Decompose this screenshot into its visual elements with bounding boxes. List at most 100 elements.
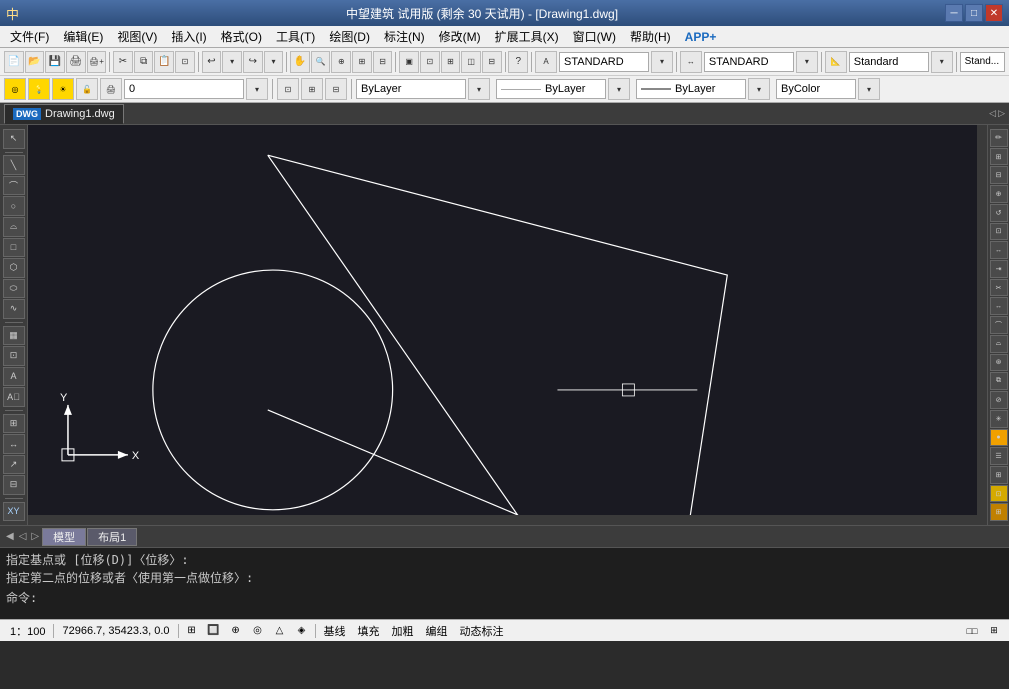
rt-chamfer[interactable]: ⌓: [990, 335, 1008, 353]
rt-color[interactable]: ●: [990, 429, 1008, 447]
linetype-dropdown[interactable]: ByLayer: [496, 79, 606, 99]
rt-move[interactable]: ⊕: [990, 185, 1008, 203]
menu-dim[interactable]: 标注(N): [378, 26, 431, 47]
tb-pan[interactable]: ✋: [290, 51, 310, 73]
menu-file[interactable]: 文件(F): [4, 26, 55, 47]
tb-vp4[interactable]: ◫: [461, 51, 481, 73]
minimize-button[interactable]: ─: [945, 4, 963, 22]
lineweight-drop-btn[interactable]: ▾: [748, 78, 770, 100]
menu-insert[interactable]: 插入(I): [165, 26, 212, 47]
tb-vp1[interactable]: ▣: [399, 51, 419, 73]
menu-view[interactable]: 视图(V): [111, 26, 163, 47]
rt-fillet[interactable]: ⌒: [990, 316, 1008, 334]
rt-trim[interactable]: ✂: [990, 279, 1008, 297]
ortho-icon[interactable]: ⊕: [227, 622, 245, 640]
lt-ucs[interactable]: XY: [3, 502, 25, 522]
dim-style-drop-btn[interactable]: ▾: [796, 51, 818, 73]
lt-arc[interactable]: ⌓: [3, 217, 25, 237]
tb-layer-extra1[interactable]: ⊡: [277, 78, 299, 100]
tb-matchprop[interactable]: ⊡: [175, 51, 195, 73]
rt-extend[interactable]: ↔: [990, 297, 1008, 315]
status-icon1[interactable]: □□: [963, 622, 981, 640]
rt-mirror[interactable]: ↔: [990, 241, 1008, 259]
tb-layer-extra3[interactable]: ⊟: [325, 78, 347, 100]
rt-offset[interactable]: ⇥: [990, 260, 1008, 278]
layer-drop-btn[interactable]: ▾: [246, 78, 268, 100]
rt-extra2[interactable]: ⊞: [990, 503, 1008, 521]
lt-leader[interactable]: ↗: [3, 455, 25, 475]
tb-print2[interactable]: 🖨+: [87, 51, 107, 73]
rt-layers[interactable]: ☰: [990, 447, 1008, 465]
maximize-button[interactable]: □: [965, 4, 983, 22]
status-icon2[interactable]: ⊞: [985, 622, 1003, 640]
tab-right-arrow[interactable]: ▷: [998, 108, 1005, 119]
text-style-dropdown[interactable]: STANDARD: [559, 52, 649, 72]
lineweight-dropdown[interactable]: ByLayer: [636, 79, 746, 99]
tb-new[interactable]: 📄: [4, 51, 24, 73]
lt-polyline[interactable]: ⌒: [3, 176, 25, 196]
tb-redo-drop[interactable]: ▾: [264, 51, 284, 73]
rt-props[interactable]: ⊞: [990, 466, 1008, 484]
menu-app[interactable]: APP+: [679, 28, 723, 46]
lt-mtext[interactable]: A⃞: [3, 387, 25, 407]
linetype-drop-btn[interactable]: ▾: [608, 78, 630, 100]
lt-circle[interactable]: ○: [3, 196, 25, 216]
canvas-area[interactable]: Y X: [28, 125, 987, 525]
lt-hatch[interactable]: ▦: [3, 326, 25, 346]
drawing-tab-item[interactable]: DWG Drawing1.dwg: [4, 104, 124, 124]
lt-spline[interactable]: ∿: [3, 299, 25, 319]
tb-print[interactable]: 🖨: [66, 51, 86, 73]
dim-style-dropdown[interactable]: STANDARD: [704, 52, 794, 72]
lt-dim[interactable]: ↔: [3, 434, 25, 454]
menu-edit[interactable]: 编辑(E): [57, 26, 109, 47]
tb-zoom-win[interactable]: ⊞: [352, 51, 372, 73]
otrack-icon[interactable]: ◈: [293, 622, 311, 640]
rt-explode[interactable]: ✳: [990, 410, 1008, 428]
tab-left-arrow[interactable]: ◁: [989, 108, 996, 119]
tb-copy[interactable]: ⧉: [134, 51, 154, 73]
tb-vp3[interactable]: ⊞: [441, 51, 461, 73]
snap-icon[interactable]: 🔲: [205, 622, 223, 640]
menu-help[interactable]: 帮助(H): [624, 26, 677, 47]
text-style-drop-btn[interactable]: ▾: [651, 51, 673, 73]
tb-paste[interactable]: 📋: [154, 51, 174, 73]
menu-modify[interactable]: 修改(M): [433, 26, 487, 47]
tb-vp2[interactable]: ⊡: [420, 51, 440, 73]
menu-ext[interactable]: 扩展工具(X): [489, 26, 565, 47]
lt-text[interactable]: A: [3, 367, 25, 387]
rt-extra1[interactable]: ⊡: [990, 485, 1008, 503]
tb-save[interactable]: 💾: [45, 51, 65, 73]
tb-sun[interactable]: ☀: [52, 78, 74, 100]
lt-rect[interactable]: □: [3, 238, 25, 258]
lt-table[interactable]: ⊟: [3, 475, 25, 495]
tb-vp5[interactable]: ⊟: [482, 51, 502, 73]
tb-help[interactable]: ?: [508, 51, 528, 73]
baseline-btn[interactable]: 基线: [320, 623, 350, 639]
bold-btn[interactable]: 加粗: [388, 623, 418, 639]
menu-format[interactable]: 格式(O): [215, 26, 268, 47]
dyn-btn[interactable]: 动态标注: [456, 623, 508, 639]
lt-region[interactable]: ⊡: [3, 346, 25, 366]
tab-nav-prev[interactable]: ◁: [17, 531, 29, 542]
grid-icon[interactable]: ⊞: [183, 622, 201, 640]
tab-nav-first[interactable]: ◀: [4, 531, 16, 542]
tb-layer-extra2[interactable]: ⊞: [301, 78, 323, 100]
horizontal-scrollbar[interactable]: [28, 515, 977, 525]
tb-lock[interactable]: 🔓: [76, 78, 98, 100]
color-drop-btn[interactable]: ▾: [468, 78, 490, 100]
tb-zoom-ext[interactable]: ⊟: [373, 51, 393, 73]
close-button[interactable]: ✕: [985, 4, 1003, 22]
tb-undo[interactable]: ↩: [202, 51, 222, 73]
rt-array[interactable]: ⊛: [990, 354, 1008, 372]
lt-ellipse[interactable]: ⬭: [3, 279, 25, 299]
tab-model[interactable]: 模型: [42, 528, 86, 546]
style-dropdown[interactable]: Standard: [849, 52, 929, 72]
menu-window[interactable]: 窗口(W): [567, 26, 622, 47]
tb-zoom-in[interactable]: ⊕: [331, 51, 351, 73]
osnap-icon[interactable]: △: [271, 622, 289, 640]
tb-cut[interactable]: ✂: [113, 51, 133, 73]
command-input[interactable]: [37, 591, 237, 605]
lt-line[interactable]: ╲: [3, 155, 25, 175]
tb-light-bulb[interactable]: 💡: [28, 78, 50, 100]
fill-btn[interactable]: 填充: [354, 623, 384, 639]
